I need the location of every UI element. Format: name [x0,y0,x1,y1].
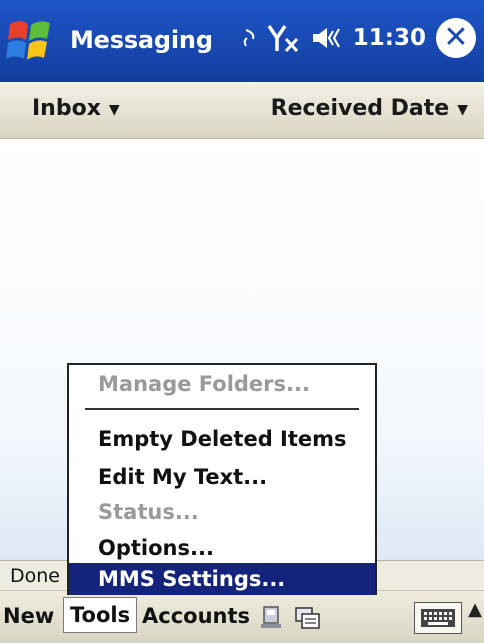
menu-item-options[interactable]: Options... [69,532,375,564]
list-header: Inbox ▼ Received Date ▼ [0,82,484,139]
folder-icon[interactable] [294,605,322,631]
menu-bar: New Tools Accounts ▲ [0,590,484,643]
pocketpc-screen: Messaging 11:30 ✕ Inbox ▼ Received Date … [0,0,484,643]
close-button[interactable]: ✕ [436,18,476,58]
keyboard-icon[interactable] [414,602,462,634]
send-receive-icon[interactable] [258,605,286,631]
menu-item-edit-text[interactable]: Edit My Text... [69,461,375,493]
sync-icon[interactable] [243,27,257,49]
signal-off-icon[interactable] [267,23,301,53]
sort-dropdown[interactable]: Received Date ▼ [271,96,468,121]
menu-item-mms-settings[interactable]: MMS Settings... [69,563,375,595]
tools-menu[interactable]: Tools [63,597,138,633]
title-bar: Messaging 11:30 ✕ [0,0,484,82]
chevron-down-icon: ▼ [457,102,468,118]
up-arrow-icon[interactable]: ▲ [468,599,482,620]
folder-label: Inbox [32,96,101,121]
sort-label: Received Date [270,96,450,121]
menu-separator [85,408,359,410]
windows-start-icon[interactable] [4,14,58,68]
app-title: Messaging [70,26,213,54]
menu-item-empty-deleted[interactable]: Empty Deleted Items [69,423,375,455]
chevron-down-icon: ▼ [108,102,120,118]
close-icon: ✕ [443,20,469,55]
folder-dropdown[interactable]: Inbox ▼ [32,96,120,121]
volume-icon[interactable] [311,25,343,51]
menu-item-manage-folders[interactable]: Manage Folders... [69,368,375,400]
status-icons: 11:30 [243,23,426,53]
tools-popup-menu: Manage Folders... Empty Deleted Items Ed… [67,363,377,595]
status-text: Done [10,565,60,587]
menu-item-status[interactable]: Status... [69,496,375,528]
clock[interactable]: 11:30 [353,25,426,51]
new-menu[interactable]: New [3,599,54,633]
accounts-menu[interactable]: Accounts [142,599,250,633]
